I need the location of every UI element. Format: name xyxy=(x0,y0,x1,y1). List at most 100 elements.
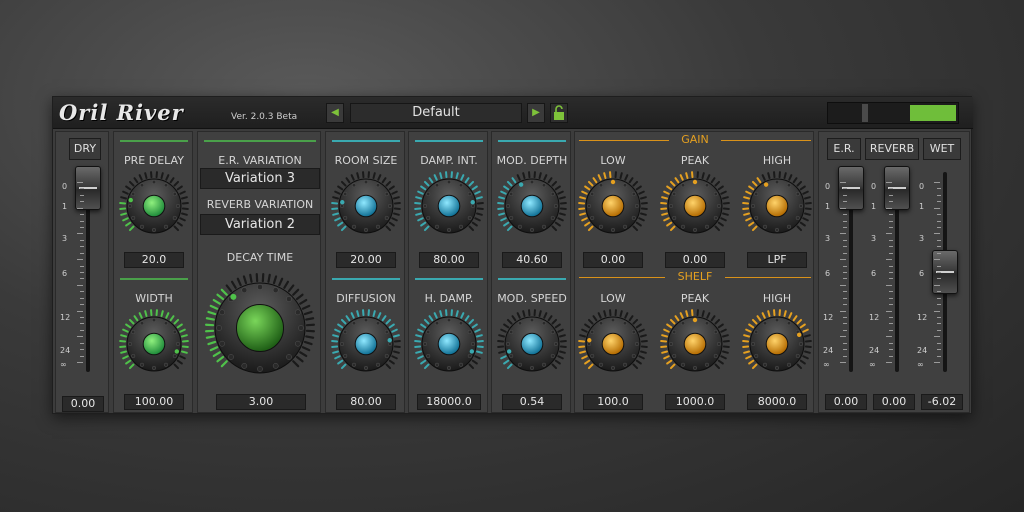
diffusion-value[interactable]: 80.00 xyxy=(336,394,396,410)
reverb-fader-handle[interactable] xyxy=(884,166,910,210)
knob-tick xyxy=(799,359,806,365)
knob-tick xyxy=(581,328,588,333)
knob-tick xyxy=(476,334,483,338)
knob-tick xyxy=(706,174,711,181)
mod-depth-knob[interactable] xyxy=(496,170,568,242)
gain-low-value[interactable]: 0.00 xyxy=(583,252,643,268)
knob-grip xyxy=(375,321,381,326)
reverb-value[interactable]: 0.00 xyxy=(873,394,915,410)
gain-high-value[interactable]: LPF xyxy=(747,252,807,268)
dry-value[interactable]: 0.00 xyxy=(62,396,104,412)
knob-tick xyxy=(581,355,588,360)
knob-tick xyxy=(661,196,668,200)
er-variation-select[interactable]: Variation 3 xyxy=(200,168,320,189)
er-fader-handle[interactable] xyxy=(838,166,864,210)
knob-tick xyxy=(722,350,729,354)
knob-tick xyxy=(332,212,339,216)
reverb-button[interactable]: REVERB xyxy=(865,138,919,160)
gain-low-knob[interactable] xyxy=(577,170,649,242)
knob-grip xyxy=(509,353,514,359)
gain-peak-value[interactable]: 0.00 xyxy=(665,252,725,268)
knob-grip xyxy=(774,179,780,185)
fader-tick xyxy=(840,182,846,183)
knob-tick xyxy=(122,217,129,222)
knob-tick xyxy=(292,360,300,368)
knob-tick xyxy=(783,310,787,317)
knob-grip xyxy=(363,365,369,371)
dry-button[interactable]: DRY xyxy=(69,138,101,160)
lock-button[interactable] xyxy=(550,103,568,123)
knob-grip xyxy=(175,203,181,209)
prev-preset-button[interactable]: ◀ xyxy=(326,103,344,123)
knob-tick xyxy=(597,312,602,319)
shelf-low-value[interactable]: 100.0 xyxy=(583,394,643,410)
knob-tick xyxy=(337,221,344,227)
room-size-knob[interactable] xyxy=(330,170,402,242)
gain-high-knob[interactable] xyxy=(741,170,813,242)
er-value[interactable]: 0.00 xyxy=(825,394,867,410)
knob-grip xyxy=(351,224,357,229)
knob-grip xyxy=(343,215,348,221)
diffusion-knob[interactable] xyxy=(330,308,402,380)
knob-tick xyxy=(417,328,424,333)
decay-time-knob[interactable] xyxy=(204,272,316,384)
knob-tick xyxy=(207,340,217,346)
h-damp-value[interactable]: 18000.0 xyxy=(417,394,481,410)
shelf-low-knob[interactable] xyxy=(577,308,649,380)
shelf-high-value[interactable]: 8000.0 xyxy=(747,394,807,410)
fader-tick xyxy=(843,227,847,228)
knob-tick xyxy=(554,221,561,227)
room-size-value[interactable]: 20.00 xyxy=(336,252,396,268)
next-preset-button[interactable]: ▶ xyxy=(527,103,545,123)
section-line xyxy=(120,278,188,280)
knob-tick xyxy=(388,185,395,191)
mod-speed-knob[interactable] xyxy=(496,308,568,380)
knob-pointer xyxy=(174,349,180,354)
wet-fader-handle[interactable] xyxy=(932,250,958,294)
knob-tick xyxy=(377,312,382,319)
knob-grip xyxy=(375,224,381,229)
er-button[interactable]: E.R. xyxy=(827,138,861,160)
shelf-high-knob[interactable] xyxy=(741,308,813,380)
knob-grip xyxy=(634,203,640,209)
mod-speed-value[interactable]: 0.54 xyxy=(502,394,562,410)
fader-tick xyxy=(889,214,893,216)
damp-int-value[interactable]: 80.00 xyxy=(419,252,479,268)
shelf-peak-knob[interactable] xyxy=(659,308,731,380)
knob-tick xyxy=(173,318,180,325)
knob-tick xyxy=(415,196,422,200)
scale-label: 0 xyxy=(871,182,877,191)
knob-tick xyxy=(120,334,127,338)
knob-pointer xyxy=(518,182,524,187)
decay-time-value[interactable]: 3.00 xyxy=(216,394,306,410)
knob-tick xyxy=(498,350,505,354)
knob-cap xyxy=(235,303,285,353)
width-knob[interactable] xyxy=(118,308,190,380)
gain-peak-knob[interactable] xyxy=(659,170,731,242)
wet-button[interactable]: WET xyxy=(923,138,961,160)
h-damp-knob[interactable] xyxy=(413,308,485,380)
knob-tick xyxy=(745,217,752,222)
knob-tick xyxy=(120,350,127,354)
knob-grip xyxy=(786,362,792,367)
width-value[interactable]: 100.00 xyxy=(124,394,184,410)
reverb-variation-select[interactable]: Variation 2 xyxy=(200,214,320,235)
gain-low-label: LOW xyxy=(600,154,626,167)
fader-tick xyxy=(937,220,941,222)
wet-value[interactable]: -6.02 xyxy=(921,394,963,410)
damp-int-knob[interactable] xyxy=(413,170,485,242)
predelay-value[interactable]: 20.0 xyxy=(124,252,184,268)
knob-tick xyxy=(498,334,505,338)
mod-depth-value[interactable]: 40.60 xyxy=(502,252,562,268)
preset-name[interactable]: Default xyxy=(350,103,522,123)
knob-grip xyxy=(375,362,381,367)
dry-fader-handle[interactable] xyxy=(75,166,101,210)
knob-tick xyxy=(391,217,398,222)
knob-tick xyxy=(624,174,629,181)
knob-grip xyxy=(131,191,136,197)
knob-tick xyxy=(337,323,344,329)
shelf-peak-value[interactable]: 1000.0 xyxy=(665,394,725,410)
knob-grip xyxy=(458,321,464,326)
predelay-knob[interactable] xyxy=(118,170,190,242)
knob-tick xyxy=(587,180,594,187)
